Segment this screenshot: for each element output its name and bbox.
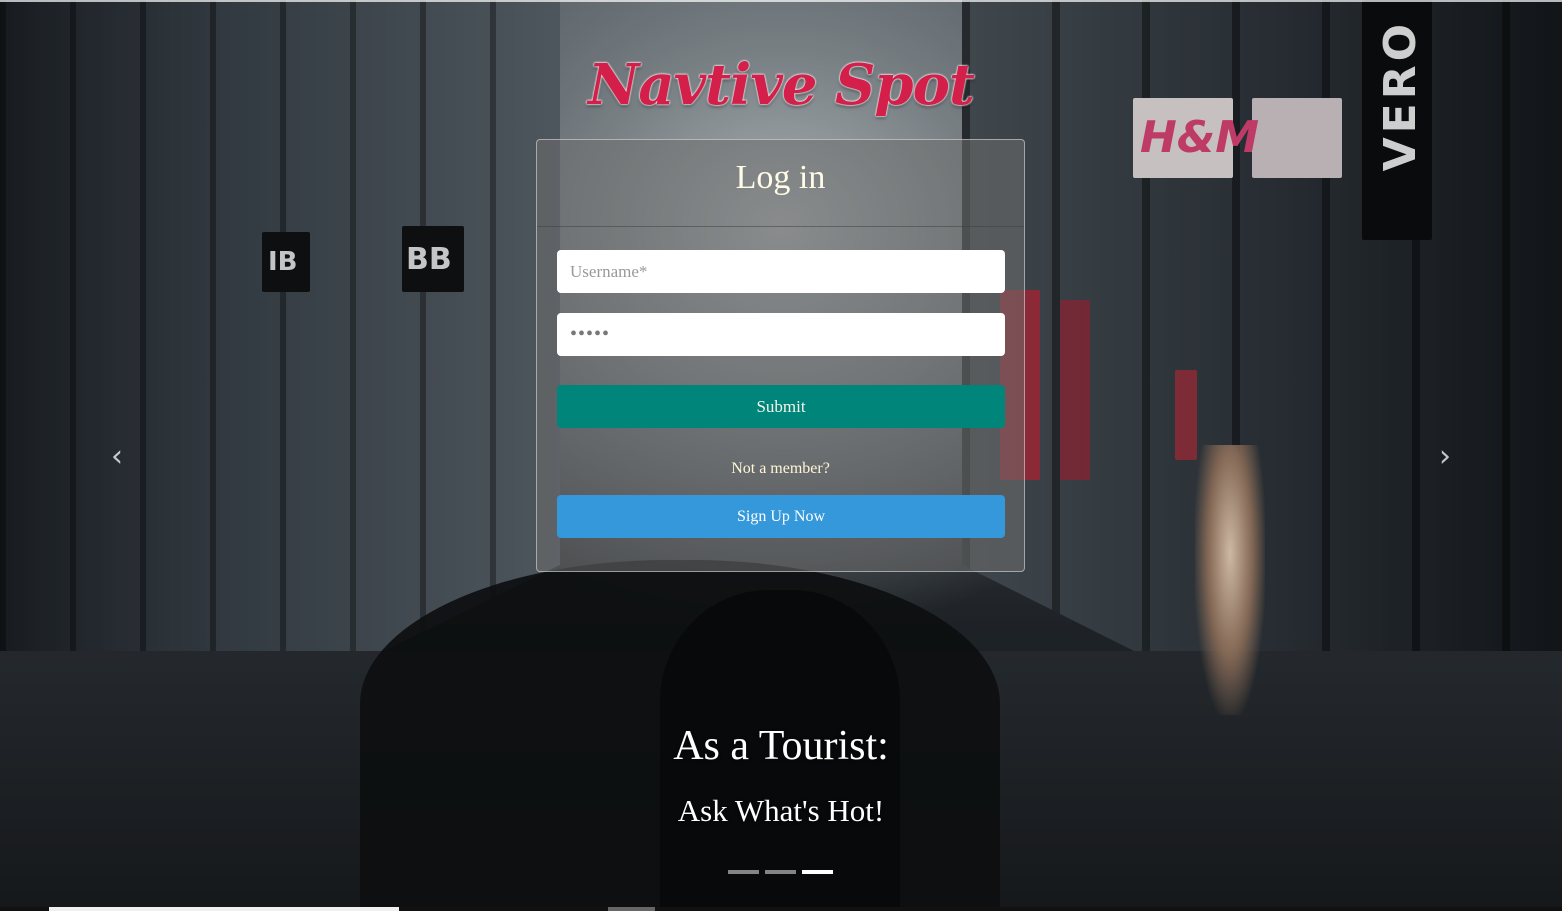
carousel-caption-title: As a Tourist: bbox=[673, 723, 889, 769]
not-member-text: Not a member? bbox=[731, 460, 830, 477]
carousel-indicators bbox=[728, 870, 833, 874]
carousel-indicator[interactable] bbox=[765, 870, 796, 874]
password-input[interactable] bbox=[557, 313, 1005, 356]
bottom-strip-segment bbox=[49, 907, 399, 911]
submit-button[interactable]: Submit bbox=[557, 385, 1005, 428]
sign-up-button[interactable]: Sign Up Now bbox=[557, 495, 1005, 538]
top-border bbox=[0, 0, 1562, 2]
chevron-right-icon: › bbox=[1439, 438, 1451, 474]
login-panel-header: Log in bbox=[537, 140, 1024, 227]
carousel-prev-button[interactable]: ‹ bbox=[102, 438, 132, 474]
brand-logo[interactable]: Navtive Spot bbox=[0, 52, 1562, 118]
username-input[interactable] bbox=[557, 250, 1005, 293]
bottom-strip-segment bbox=[608, 907, 655, 911]
bottom-strip bbox=[0, 907, 1562, 911]
login-panel: Log in Submit Not a member? Sign Up Now bbox=[536, 139, 1025, 572]
login-title: Log in bbox=[735, 159, 826, 196]
carousel-next-button[interactable]: › bbox=[1430, 438, 1460, 474]
chevron-left-icon: ‹ bbox=[111, 438, 123, 474]
carousel-indicator[interactable] bbox=[728, 870, 759, 874]
carousel-caption-subtitle: Ask What's Hot! bbox=[677, 793, 885, 828]
carousel-indicator[interactable] bbox=[802, 870, 833, 874]
